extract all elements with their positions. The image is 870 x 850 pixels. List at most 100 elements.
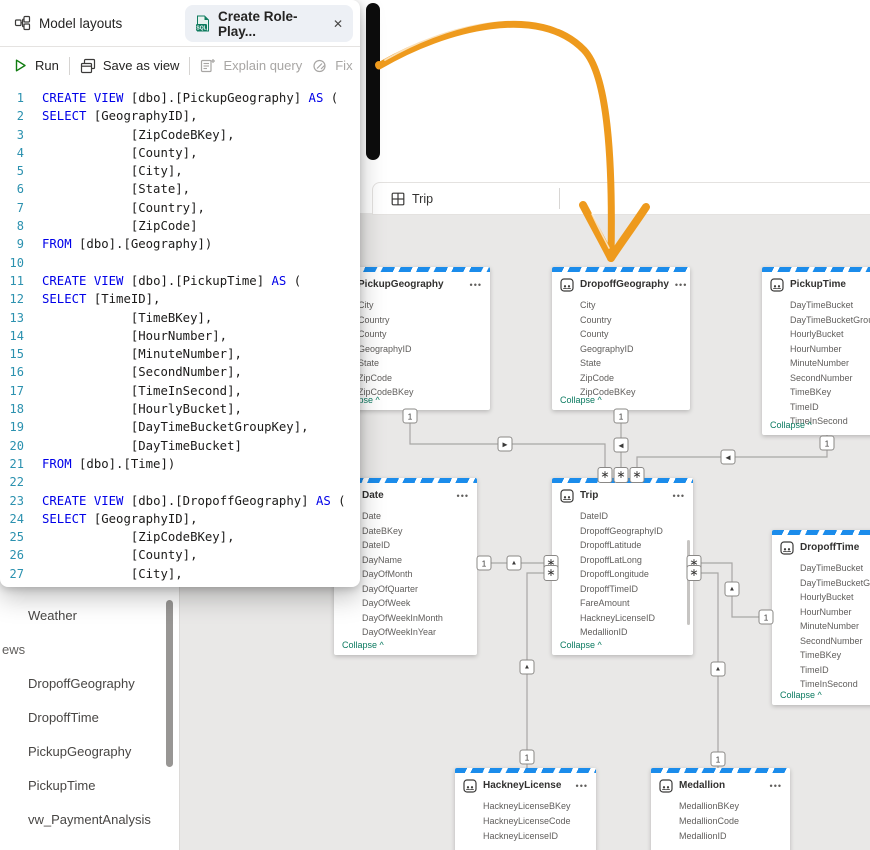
table-field[interactable]: HackneyLicenseID: [483, 831, 596, 846]
code-line: 5 [City],: [0, 162, 360, 180]
table-menu-button[interactable]: •••: [470, 282, 482, 288]
table-field[interactable]: DayTimeBucketGroupKey: [800, 578, 870, 593]
sidebar-item-dropofftime[interactable]: DropoffTime: [0, 707, 188, 727]
table-field[interactable]: DropoffLatLong: [580, 555, 693, 570]
table-field[interactable]: HourlyBucket: [790, 329, 870, 344]
collapse-link[interactable]: Collapse ^: [342, 640, 384, 650]
code-text: CREATE VIEW [dbo].[PickupGeography] AS (: [42, 89, 338, 107]
run-label: Run: [35, 58, 59, 73]
table-field[interactable]: County: [358, 329, 490, 344]
table-menu-button[interactable]: •••: [673, 493, 685, 499]
table-field[interactable]: Date: [362, 511, 477, 526]
sql-code-area[interactable]: 1 CREATE VIEW [dbo].[PickupGeography] AS …: [0, 84, 360, 583]
table-field[interactable]: DayOfMonth: [362, 569, 477, 584]
collapse-link[interactable]: Collapse ^: [770, 420, 812, 430]
line-number: 27: [0, 565, 24, 583]
table-field[interactable]: HackneyLicenseID: [580, 613, 693, 628]
table-field[interactable]: DropoffLatitude: [580, 540, 693, 555]
table-field[interactable]: SecondNumber: [790, 373, 870, 388]
table-menu-button[interactable]: •••: [457, 493, 469, 499]
table-field[interactable]: ZipCode: [580, 373, 690, 388]
table-field[interactable]: MinuteNumber: [800, 621, 870, 636]
sidebar-item-ews[interactable]: ews: [0, 639, 162, 659]
table-field[interactable]: TimeID: [790, 402, 870, 417]
table-field[interactable]: County: [580, 329, 690, 344]
table-field[interactable]: TimeID: [800, 665, 870, 680]
explain-query-button[interactable]: Explain query: [200, 58, 302, 74]
diagram-table-medallion[interactable]: Medallion•••MedallionBKeyMedallionCodeMe…: [651, 768, 790, 850]
sidebar-item-pickupgeography[interactable]: PickupGeography: [0, 741, 188, 761]
sidebar-scrollbar[interactable]: [166, 600, 173, 767]
collapse-link[interactable]: Collapse ^: [560, 395, 602, 405]
table-field[interactable]: MinuteNumber: [790, 358, 870, 373]
close-icon[interactable]: ✕: [333, 17, 343, 31]
table-field[interactable]: DropoffGeographyID: [580, 526, 693, 541]
tab-create-role-play[interactable]: SQL Create Role-Play... ✕: [185, 5, 353, 42]
table-field[interactable]: DropoffLongitude: [580, 569, 693, 584]
table-field[interactable]: ZipCode: [358, 373, 490, 388]
table-field[interactable]: Country: [580, 315, 690, 330]
code-text: [Country],: [42, 199, 205, 217]
dark-scrollbar[interactable]: [366, 3, 380, 160]
table-field[interactable]: SecondNumber: [800, 636, 870, 651]
table-field[interactable]: State: [358, 358, 490, 373]
table-field[interactable]: MedallionBKey: [679, 801, 790, 816]
table-field[interactable]: DayOfQuarter: [362, 584, 477, 599]
fix-button[interactable]: Fix: [312, 58, 352, 74]
sidebar-item-vw-paymentanalysis[interactable]: vw_PaymentAnalysis: [0, 809, 188, 829]
diagram-table-trip[interactable]: Trip•••DateIDDropoffGeographyIDDropoffLa…: [552, 478, 693, 655]
table-field[interactable]: HourlyBucket: [800, 592, 870, 607]
table-field[interactable]: MedallionCode: [679, 816, 790, 831]
tab-trip[interactable]: Trip: [373, 183, 447, 214]
table-field[interactable]: HourNumber: [800, 607, 870, 622]
diagram-table-pickuptime[interactable]: PickupTime•••DayTimeBucketDayTimeBucketG…: [762, 267, 870, 435]
table-field[interactable]: HackneyLicenseCode: [483, 816, 596, 831]
table-field[interactable]: City: [358, 300, 490, 315]
table-field[interactable]: State: [580, 358, 690, 373]
table-header: HackneyLicense•••: [455, 768, 596, 796]
diagram-table-dropofftime[interactable]: DropoffTime•••DayTimeBucketDayTimeBucket…: [772, 530, 870, 705]
table-menu-button[interactable]: •••: [675, 282, 687, 288]
table-field[interactable]: DayTimeBucket: [790, 300, 870, 315]
code-text: SELECT [GeographyID],: [42, 510, 197, 528]
table-field[interactable]: City: [580, 300, 690, 315]
table-field[interactable]: DayTimeBucketGroupKey: [790, 315, 870, 330]
table-field[interactable]: Country: [358, 315, 490, 330]
table-scrollbar[interactable]: [687, 540, 690, 625]
table-field[interactable]: TimeBKey: [790, 387, 870, 402]
table-field[interactable]: HourNumber: [790, 344, 870, 359]
sidebar-item-weather[interactable]: Weather: [0, 605, 188, 625]
diagram-table-hackneylicense[interactable]: HackneyLicense•••HackneyLicenseBKeyHackn…: [455, 768, 596, 850]
sidebar-item-pickuptime[interactable]: PickupTime: [0, 775, 188, 795]
diagram-table-dropoffgeography[interactable]: DropoffGeography•••CityCountryCountyGeog…: [552, 267, 690, 410]
toolbar-divider: [69, 57, 70, 75]
run-button[interactable]: Run: [13, 58, 59, 73]
collapse-link[interactable]: Collapse ^: [560, 640, 602, 650]
table-field[interactable]: FareAmount: [580, 598, 693, 613]
code-line: 16 [SecondNumber],: [0, 363, 360, 381]
table-field[interactable]: DayOfWeekInMonth: [362, 613, 477, 628]
relationship-marker-tri-left: ◀: [721, 450, 736, 465]
sidebar-item-dropoffgeography[interactable]: DropoffGeography: [0, 673, 188, 693]
table-field[interactable]: DayOfWeek: [362, 598, 477, 613]
table-field[interactable]: DateID: [580, 511, 693, 526]
table-menu-button[interactable]: •••: [576, 783, 588, 789]
table-field[interactable]: DropoffTimeID: [580, 584, 693, 599]
table-field[interactable]: GeographyID: [580, 344, 690, 359]
table-field[interactable]: DayTimeBucket: [800, 563, 870, 578]
table-field[interactable]: DateBKey: [362, 526, 477, 541]
collapse-link[interactable]: Collapse ^: [780, 690, 822, 700]
table-menu-button[interactable]: •••: [770, 783, 782, 789]
code-line: 25 [ZipCodeBKey],: [0, 528, 360, 546]
line-number: 1: [0, 89, 24, 107]
table-field[interactable]: HackneyLicenseBKey: [483, 801, 596, 816]
table-field[interactable]: DayName: [362, 555, 477, 570]
table-field[interactable]: TimeBKey: [800, 650, 870, 665]
chevron-up-icon: ^: [376, 395, 380, 405]
save-as-view-button[interactable]: Save as view: [80, 58, 180, 74]
table-field[interactable]: MedallionID: [679, 831, 790, 846]
table-field[interactable]: DateID: [362, 540, 477, 555]
tab-model-layouts[interactable]: Model layouts: [0, 0, 136, 46]
table-field[interactable]: GeographyID: [358, 344, 490, 359]
relationship-marker-1: 1: [403, 409, 418, 424]
